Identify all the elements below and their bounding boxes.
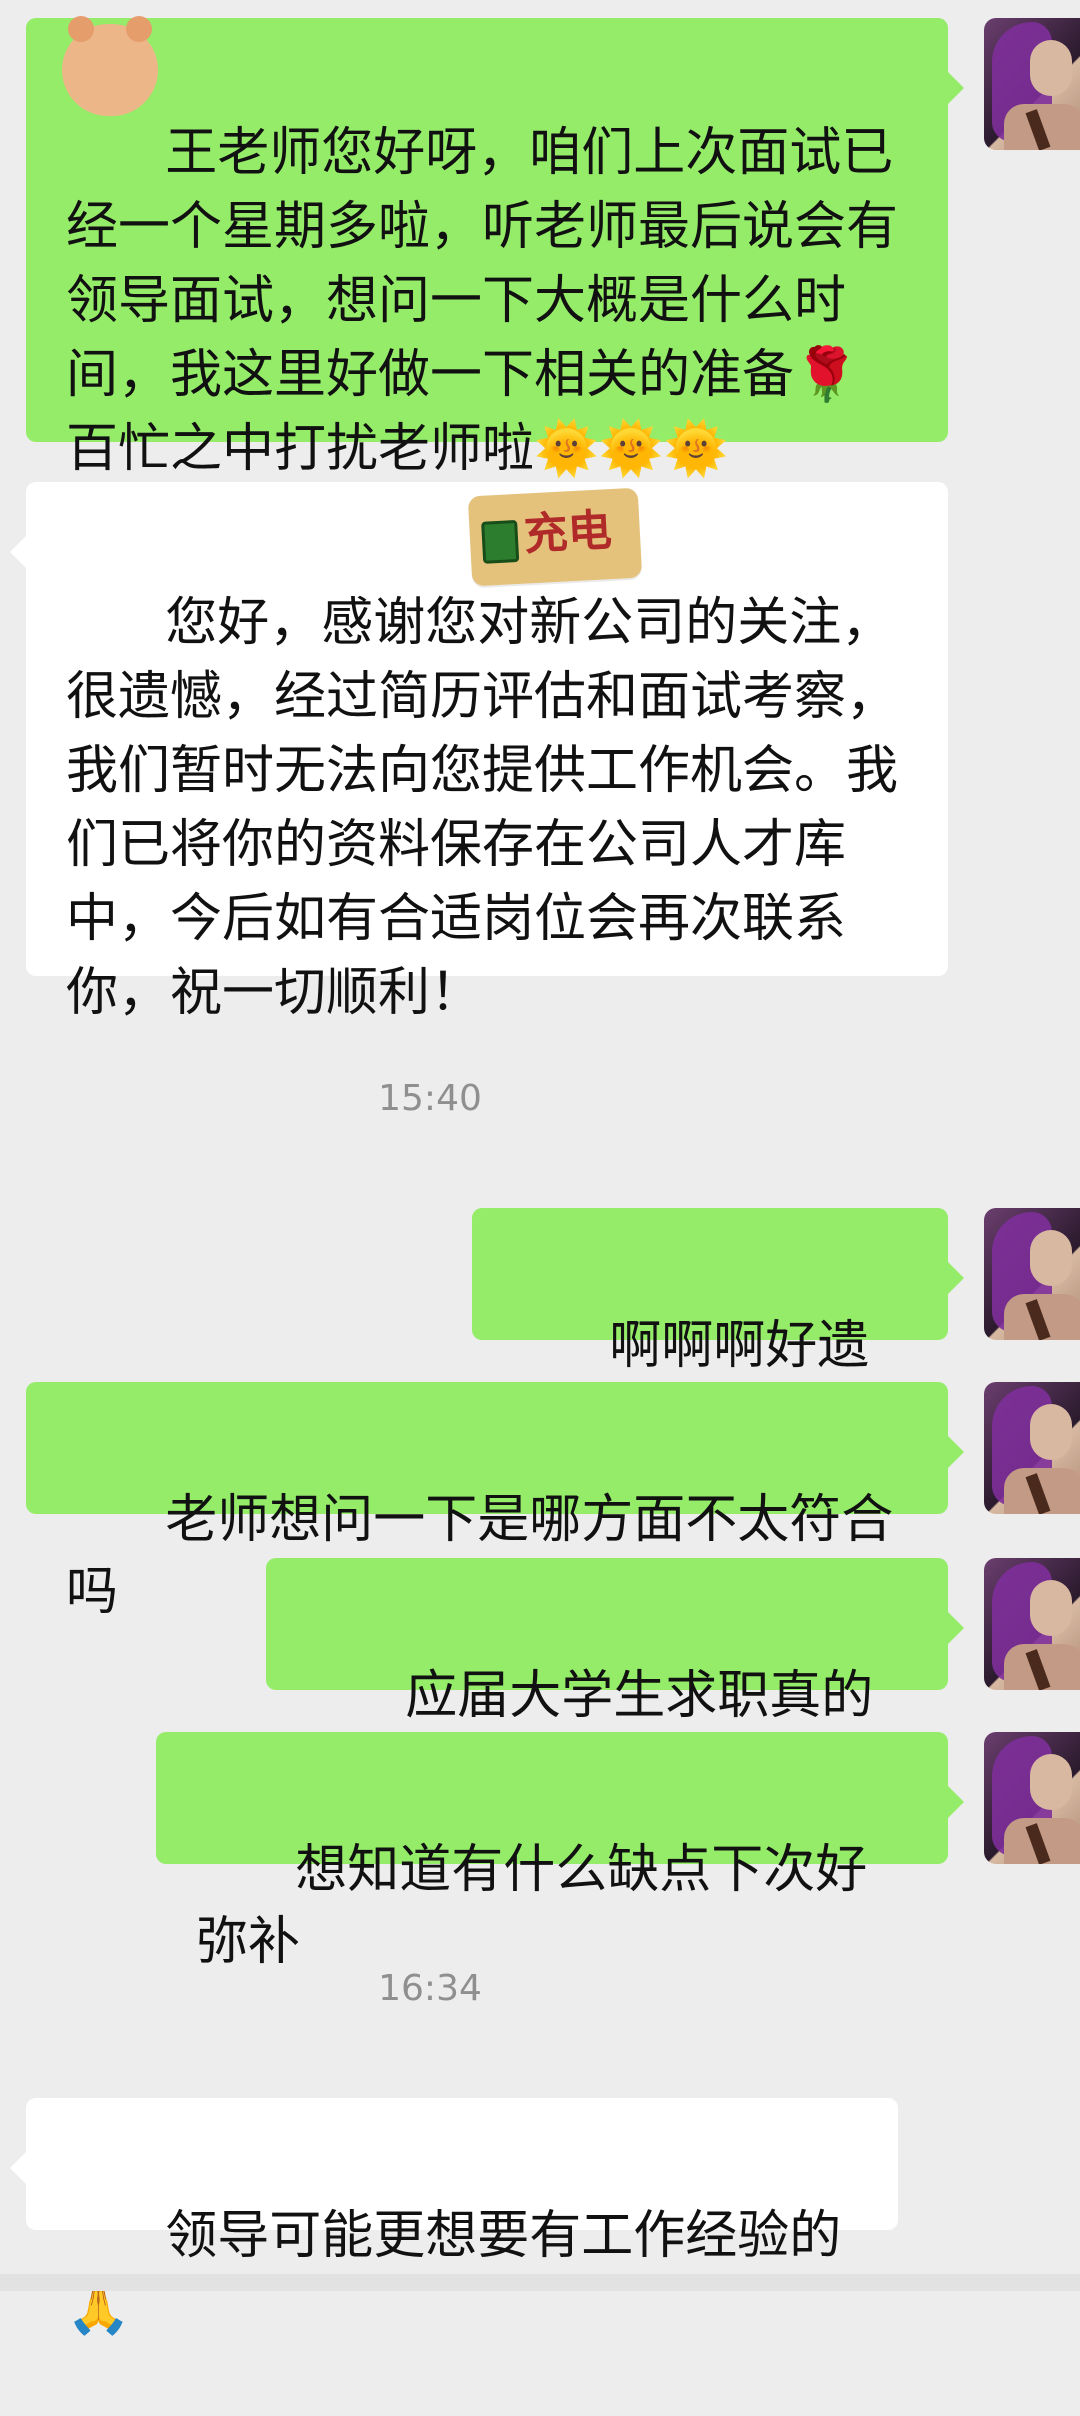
message-bubble-m4[interactable]: 老师想问一下是哪方面不太符合吗	[26, 1382, 964, 1622]
user-avatar-icon[interactable]	[984, 1558, 1080, 1690]
chat-window: 王老师您好呀，咱们上次面试已经一个星期多啦，听老师最后说会有领导面试，想问一下大…	[0, 0, 1080, 2338]
timestamp: 16:34	[378, 1968, 482, 2009]
user-avatar-icon[interactable]	[984, 18, 1080, 150]
user-avatar-icon[interactable]	[984, 1382, 1080, 1514]
message-bubble-m1[interactable]: 王老师您好呀，咱们上次面试已经一个星期多啦，听老师最后说会有领导面试，想问一下大…	[26, 18, 964, 479]
message-text-m1: 王老师您好呀，咱们上次面试已经一个星期多啦，听老师最后说会有领导面试，想问一下大…	[66, 123, 899, 479]
redaction-label: 充电	[522, 505, 614, 561]
bottom-divider	[0, 2274, 1080, 2291]
battery-icon	[481, 519, 520, 564]
message-bubble-m3[interactable]: 啊啊啊好遗憾😢	[472, 1208, 964, 1448]
message-text-m2: 您好，感谢您对新公司的关注，很遗憾，经过简历评估和面试考察，我们暂时无法向您提供…	[66, 593, 899, 1023]
message-bubble-m7[interactable]: 领导可能更想要有工作经验的🙏	[10, 2098, 898, 2338]
message-bubble-m5[interactable]: 应届大学生求职真的很难	[266, 1558, 964, 1798]
redaction-sticker: 充电	[467, 487, 643, 587]
user-avatar-icon[interactable]	[984, 1208, 1080, 1340]
message-text-m7: 领导可能更想要有工作经验的🙏	[66, 2206, 842, 2338]
timestamp: 15:40	[378, 1078, 482, 1119]
message-text-m6: 想知道有什么缺点下次好弥补	[196, 1840, 868, 1972]
bear-sticker-icon	[62, 16, 158, 116]
message-bubble-m6[interactable]: 想知道有什么缺点下次好弥补	[156, 1732, 964, 1972]
user-avatar-icon[interactable]	[984, 1732, 1080, 1864]
